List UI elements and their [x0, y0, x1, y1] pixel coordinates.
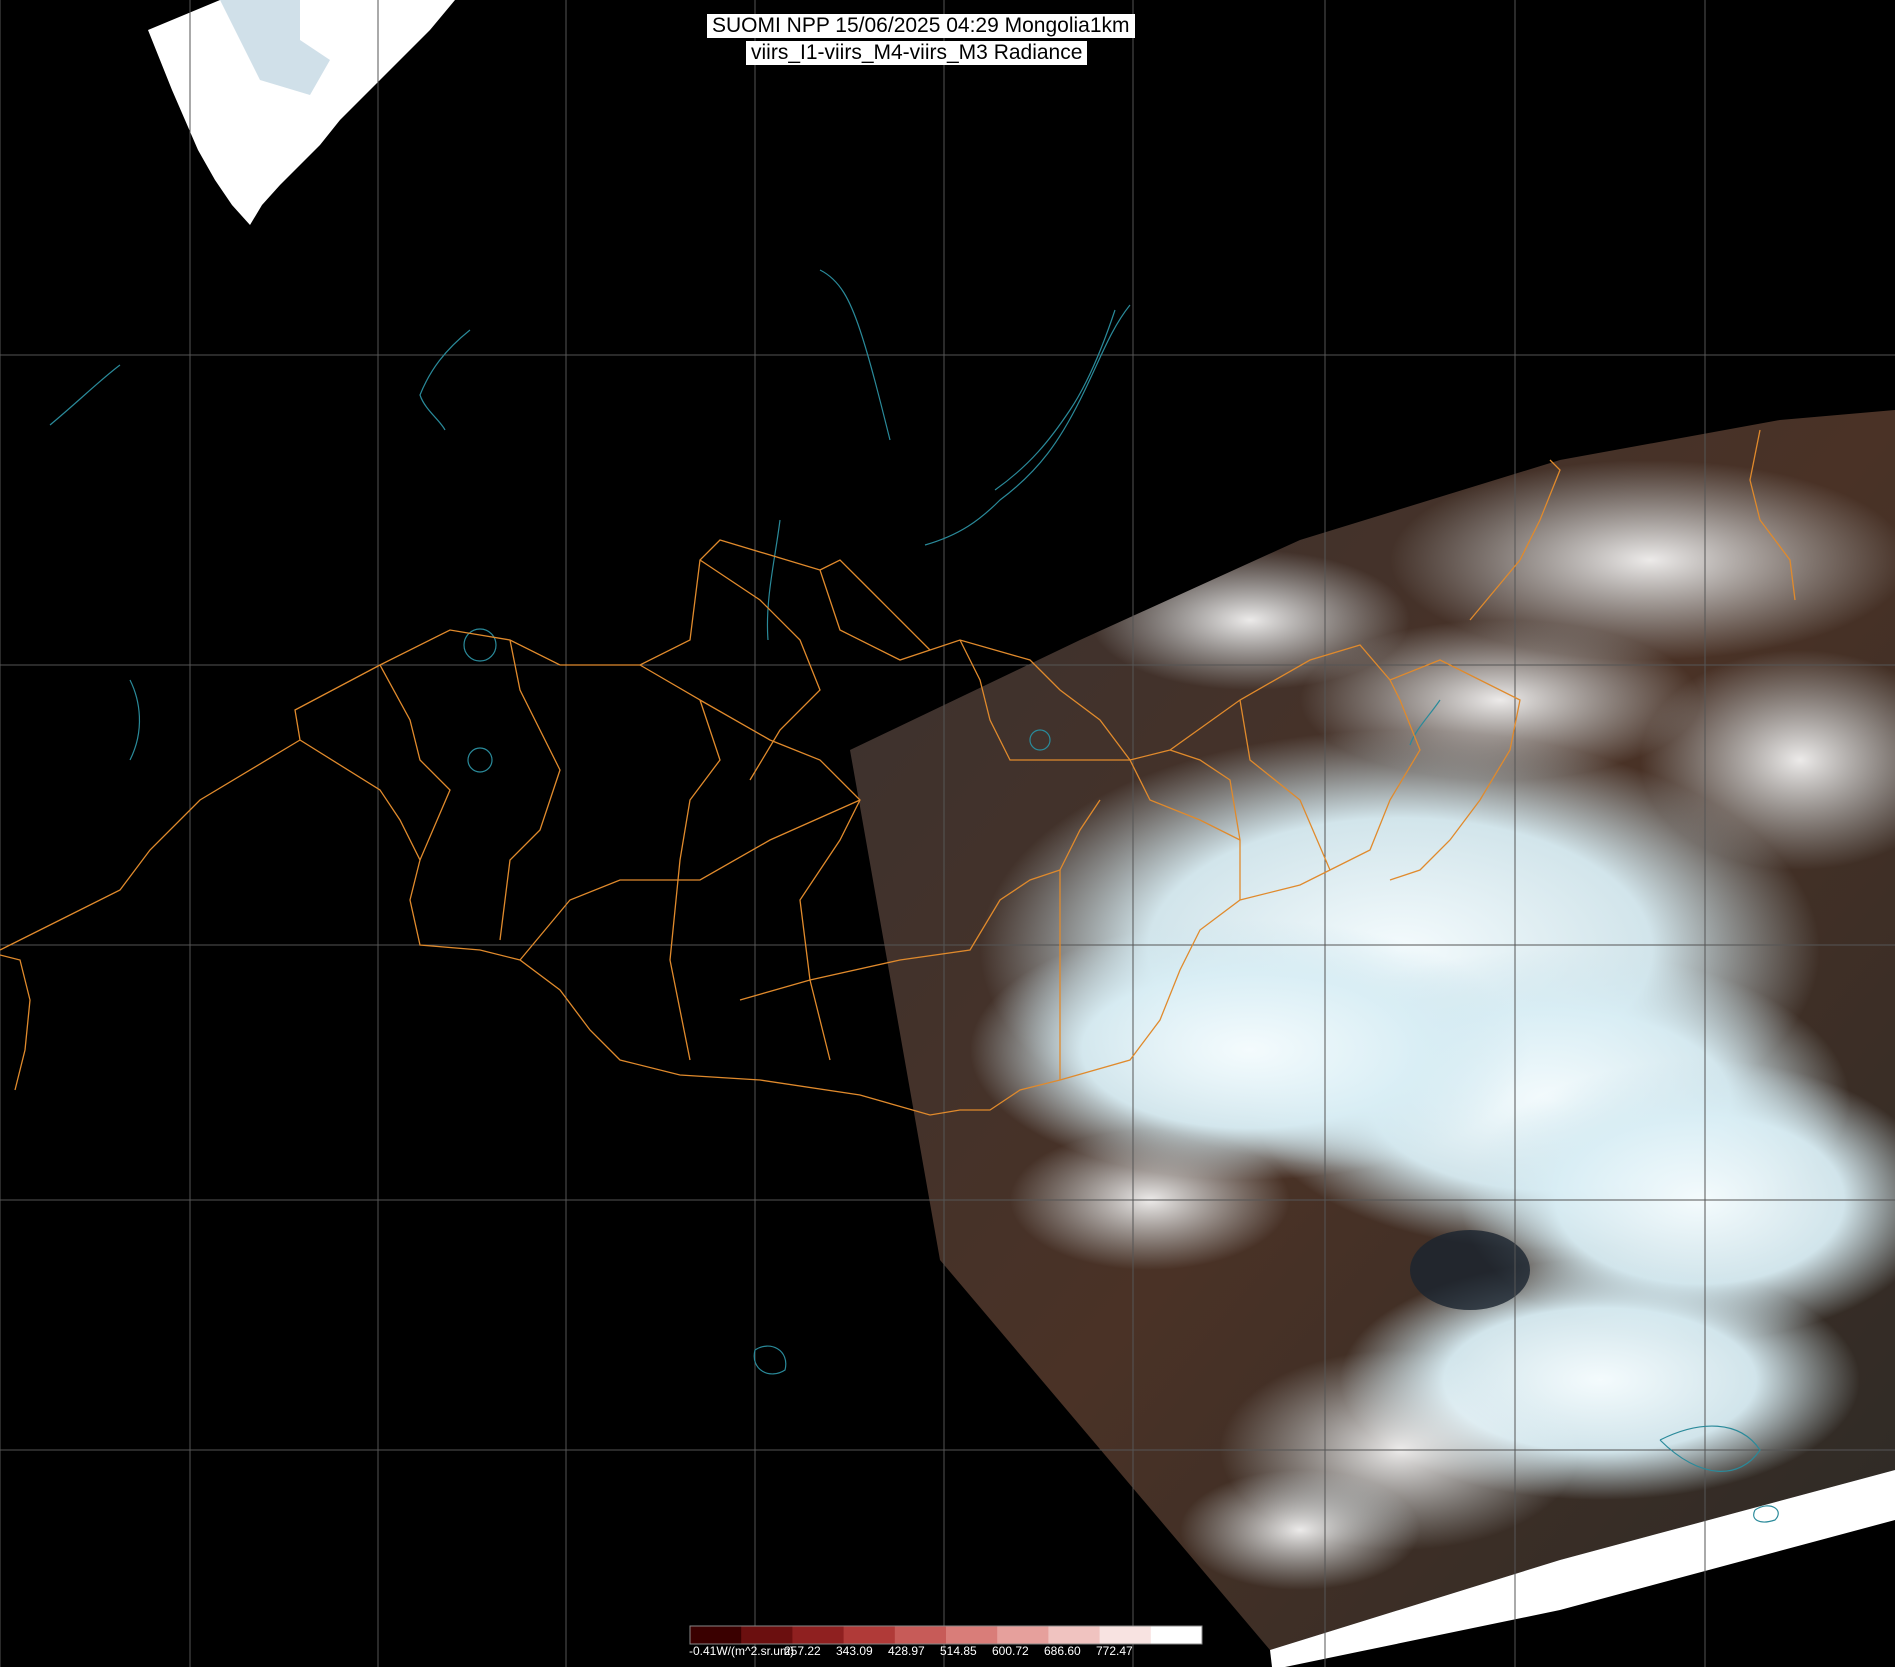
colorbar-unit-label: -0.41W/(m^2.sr.um)	[689, 1644, 794, 1658]
colorbar-swatch	[741, 1626, 793, 1644]
colorbar-swatch	[1099, 1626, 1152, 1644]
colorbar-swatch	[1048, 1626, 1101, 1644]
colorbar-tick-label: 428.97	[888, 1644, 925, 1658]
colorbar-tick-label: 772.47	[1096, 1644, 1133, 1658]
colorbar-tick-label: 686.60	[1044, 1644, 1081, 1658]
colorbar-tick-label: 600.72	[992, 1644, 1029, 1658]
colorbar-swatch	[843, 1626, 896, 1644]
colorbar	[689, 1625, 1203, 1645]
colorbar-swatch	[792, 1626, 845, 1644]
colorbar-swatch	[1150, 1626, 1203, 1644]
map-title-line2: viirs_I1-viirs_M4-viirs_M3 Radiance	[746, 41, 1088, 65]
colorbar-swatch	[690, 1626, 742, 1644]
colorbar-swatch	[894, 1626, 947, 1644]
satellite-map	[0, 0, 1895, 1667]
colorbar-swatch	[946, 1626, 998, 1644]
map-title-line1: SUOMI NPP 15/06/2025 04:29 Mongolia1km	[707, 14, 1135, 38]
colorbar-tick-label: 514.85	[940, 1644, 977, 1658]
colorbar-tick-label: 343.09	[836, 1644, 873, 1658]
colorbar-swatch	[997, 1626, 1049, 1644]
colorbar-tick-label: 257.22	[784, 1644, 821, 1658]
